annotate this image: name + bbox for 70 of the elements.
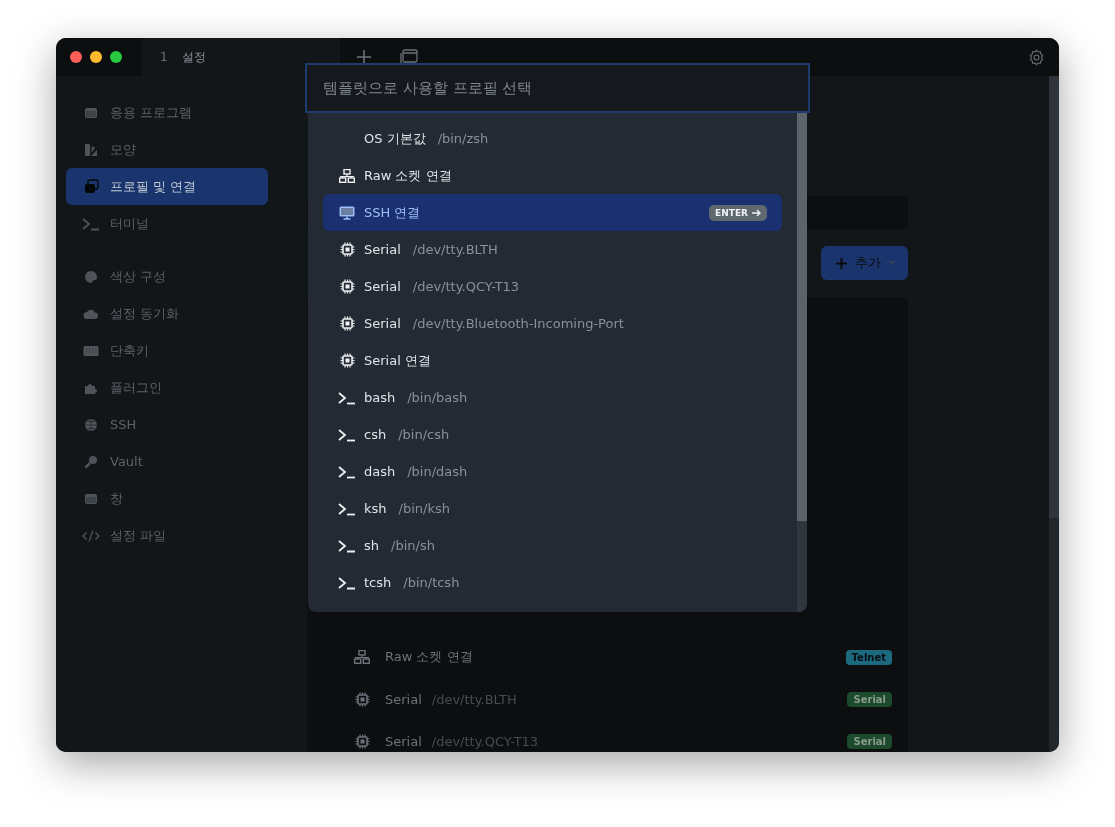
window-icon[interactable] xyxy=(400,49,418,65)
plus-icon xyxy=(835,256,848,270)
maximize-button[interactable] xyxy=(110,51,122,63)
scrollbar[interactable] xyxy=(797,113,807,612)
cloud-icon xyxy=(83,307,99,320)
tab-number: 1 xyxy=(160,50,168,64)
code-icon xyxy=(82,528,100,543)
profile-name: Serial xyxy=(385,691,422,707)
menu-item[interactable]: sh /bin/sh xyxy=(323,527,782,564)
profile-path: /dev/tty.Bluetooth-Incoming-Port xyxy=(412,316,624,331)
settings-tab[interactable]: 1 설정 xyxy=(142,38,340,76)
menu-item[interactable]: tcsh /bin/tcsh xyxy=(323,564,782,601)
network-icon xyxy=(339,168,355,183)
sidebar-item[interactable]: 프로필 및 연결 xyxy=(66,168,268,205)
keyboard-icon xyxy=(83,344,99,357)
chip-icon xyxy=(339,242,355,257)
terminal-icon xyxy=(338,575,356,590)
monitor-icon xyxy=(339,205,355,220)
scrollbar[interactable] xyxy=(1049,76,1059,752)
chip-icon xyxy=(339,279,355,294)
chip-icon xyxy=(339,353,355,368)
type-tag: Serial xyxy=(847,691,892,707)
settings-icon[interactable] xyxy=(1028,48,1045,66)
globe-icon xyxy=(84,417,98,432)
type-tag: Telnet xyxy=(845,649,892,665)
menu-item[interactable]: Raw 소켓 연결 xyxy=(323,157,782,194)
profile-path: /bin/zsh xyxy=(437,131,489,146)
profile-path: /dev/tty.BLTH xyxy=(412,242,498,257)
chip-icon xyxy=(354,733,370,749)
palette-icon xyxy=(84,269,98,284)
profile-path: /dev/tty.QCY-T13 xyxy=(412,279,520,294)
profile-path: /bin/dash xyxy=(407,464,468,479)
profile-name: Raw 소켓 연결 xyxy=(385,648,473,666)
terminal-icon xyxy=(338,427,356,442)
arrow-icon xyxy=(752,208,761,217)
profile-path: /bin/csh xyxy=(398,427,450,442)
menu-item[interactable]: Serial /dev/tty.Bluetooth-Incoming-Port xyxy=(323,305,782,342)
chip-icon xyxy=(354,691,370,707)
close-button[interactable] xyxy=(70,51,82,63)
profile-path: /bin/sh xyxy=(391,538,435,553)
terminal-icon xyxy=(338,538,356,553)
network-icon xyxy=(354,650,370,664)
profile-path: /bin/bash xyxy=(407,390,468,405)
menu-item[interactable]: dash /bin/dash xyxy=(323,453,782,490)
menu-item[interactable]: OS 기본값 /bin/zsh xyxy=(323,120,782,157)
profile-name: Serial xyxy=(385,733,422,749)
menu-item[interactable]: bash /bin/bash xyxy=(323,379,782,416)
profile-path: /dev/tty.BLTH xyxy=(431,691,517,707)
profile-path: /bin/ksh xyxy=(398,501,450,516)
terminal-icon xyxy=(338,464,356,479)
search-field[interactable]: 템플릿으로 사용할 프로필 선택 xyxy=(305,63,810,113)
enter-key-hint: ENTER xyxy=(709,204,767,221)
terminal-icon xyxy=(82,216,100,231)
profile-path: /dev/tty.QCY-T13 xyxy=(431,733,539,749)
terminal-icon xyxy=(338,390,356,405)
chip-icon xyxy=(339,316,355,331)
terminal-icon xyxy=(338,501,356,516)
profile-path: /bin/tcsh xyxy=(403,575,460,590)
menu-item[interactable]: csh /bin/csh xyxy=(323,416,782,453)
minimize-button[interactable] xyxy=(90,51,102,63)
menu-item[interactable]: Serial /dev/tty.QCY-T13 xyxy=(323,268,782,305)
swatch-icon xyxy=(84,142,98,157)
menu-item[interactable]: Serial /dev/tty.BLTH xyxy=(323,231,782,268)
window-icon xyxy=(84,105,98,120)
type-tag: Serial xyxy=(847,733,892,749)
window-icon xyxy=(84,491,98,506)
menu-item[interactable]: SSH 연결 ENTER xyxy=(323,194,782,231)
menu-item[interactable]: Serial 연결 xyxy=(323,342,782,379)
menu-item[interactable]: ksh /bin/ksh xyxy=(323,490,782,527)
stacked-windows-icon xyxy=(83,179,99,194)
